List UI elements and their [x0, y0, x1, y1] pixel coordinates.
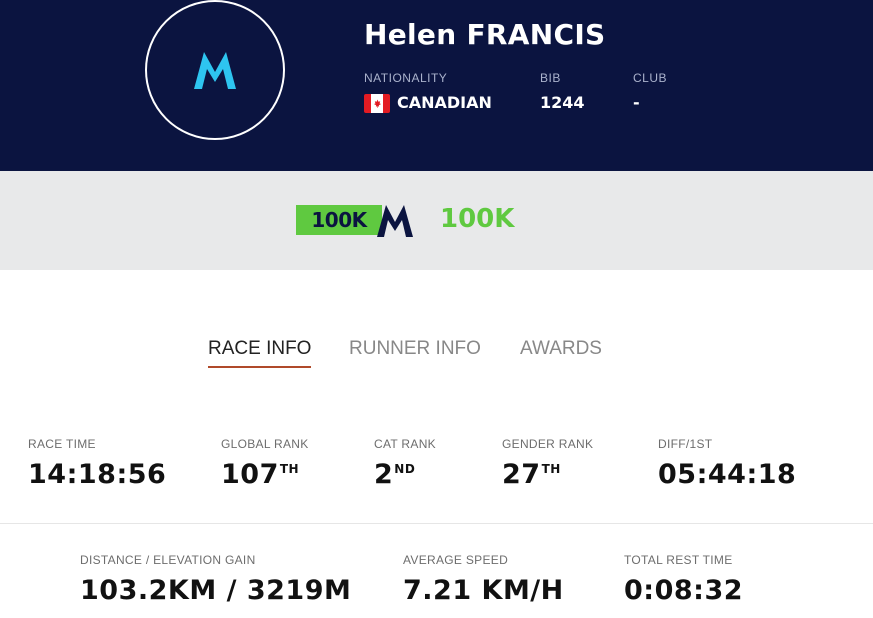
stats-divider [0, 523, 873, 524]
gender-rank-suffix: TH [541, 462, 561, 476]
runner-header: Helen FRANCIS NATIONALITY CANADIAN BIB 1… [0, 0, 873, 171]
cat-rank-suffix: ND [394, 462, 416, 476]
nationality-value: CANADIAN [397, 93, 492, 112]
gender-rank-value: 27TH [502, 459, 561, 490]
tab-runner-info[interactable]: RUNNER INFO [349, 338, 481, 360]
race-time-value: 14:18:56 [28, 459, 167, 490]
average-speed-value: 7.21 KM/H [403, 575, 564, 606]
total-rest-time-label: TOTAL REST TIME [624, 553, 733, 567]
tab-race-info[interactable]: RACE INFO [208, 338, 311, 360]
distance-elevation-label: DISTANCE / ELEVATION GAIN [80, 553, 256, 567]
distance-elevation-value: 103.2KM / 3219M [80, 575, 352, 606]
runner-avatar [145, 0, 285, 140]
total-rest-time-value: 0:08:32 [624, 575, 744, 606]
m-logo-icon [194, 52, 236, 89]
diff-first-label: DIFF/1ST [658, 437, 713, 451]
diff-first-value: 05:44:18 [658, 459, 797, 490]
race-time-label: RACE TIME [28, 437, 96, 451]
race-logo-text: 100K [296, 205, 382, 235]
global-rank-suffix: TH [279, 462, 300, 476]
nationality-label: NATIONALITY [364, 71, 448, 85]
race-title: 100K [440, 204, 515, 234]
club-value: - [633, 93, 640, 112]
race-logo: 100K [296, 204, 416, 238]
race-band [0, 171, 873, 270]
global-rank-label: GLOBAL RANK [221, 437, 309, 451]
bib-label: BIB [540, 71, 561, 85]
canada-flag-icon [364, 94, 390, 113]
tab-awards[interactable]: AWARDS [520, 338, 602, 360]
gender-rank-label: GENDER RANK [502, 437, 594, 451]
club-label: CLUB [633, 71, 668, 85]
average-speed-label: AVERAGE SPEED [403, 553, 509, 567]
cat-rank-value: 2ND [374, 459, 416, 490]
bib-value: 1244 [540, 93, 585, 112]
result-tabs: RACE INFO RUNNER INFO AWARDS [0, 338, 873, 372]
global-rank-value: 107TH [221, 459, 300, 490]
active-tab-underline [208, 366, 311, 368]
m-race-logo-icon [377, 205, 413, 237]
cat-rank-label: CAT RANK [374, 437, 436, 451]
runner-name: Helen FRANCIS [364, 18, 606, 51]
